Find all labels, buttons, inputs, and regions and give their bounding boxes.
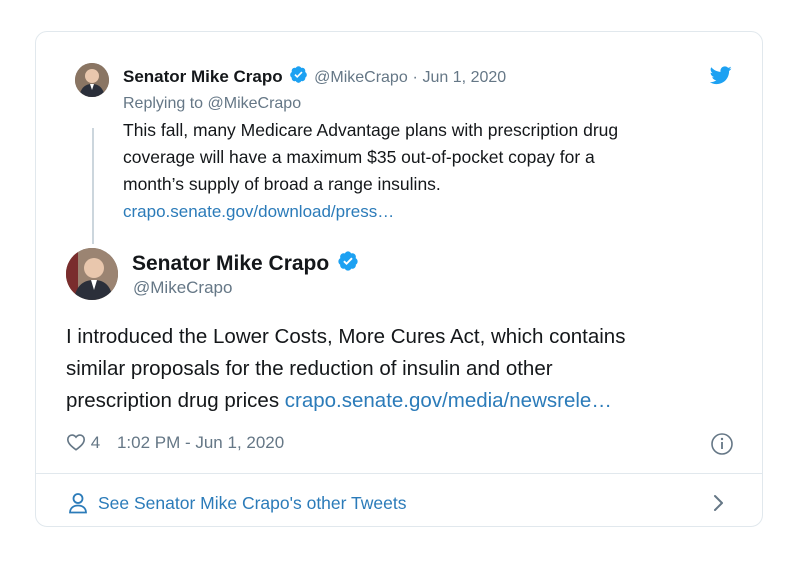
verified-badge-icon	[289, 65, 308, 90]
tweet-meta-row: 4 1:02 PM - Jun 1, 2020	[66, 432, 284, 457]
main-text-fragment: prescription drug prices	[66, 389, 280, 412]
see-other-tweets-label: See Senator Mike Crapo's other Tweets	[98, 493, 407, 513]
main-display-name[interactable]: Senator Mike Crapo	[132, 252, 329, 275]
reply-handle[interactable]: @MikeCrapo	[314, 69, 408, 86]
reply-body: This fall, many Medicare Advantage plans…	[123, 117, 618, 225]
like-count: 4	[90, 433, 101, 452]
main-author-avatar[interactable]	[66, 248, 118, 300]
reply-text-line: month’s supply of broad a range insulins…	[123, 174, 441, 194]
reply-text-line: coverage will have a maximum $35 out-of-…	[123, 147, 595, 167]
embedded-tweet-card: Senator Mike Crapo @MikeCrapo · Jun 1, 2…	[35, 31, 763, 527]
reply-date[interactable]: Jun 1, 2020	[423, 69, 507, 86]
main-handle[interactable]: @MikeCrapo	[133, 277, 232, 299]
main-text-line: similar proposals for the reduction of i…	[66, 357, 553, 380]
heart-icon	[66, 433, 86, 457]
thread-connector-line	[92, 128, 94, 244]
reply-text-line: This fall, many Medicare Advantage plans…	[123, 120, 619, 140]
reply-link[interactable]: crapo.senate.gov/download/press…	[123, 198, 618, 225]
chevron-right-icon	[712, 493, 726, 518]
verified-badge-icon	[337, 250, 359, 279]
like-button[interactable]: 4	[66, 432, 100, 457]
info-icon[interactable]	[710, 432, 734, 461]
tweet-timestamp[interactable]: 1:02 PM - Jun 1, 2020	[117, 433, 284, 452]
reply-separator: ·	[412, 68, 418, 86]
reply-author-avatar[interactable]	[75, 63, 109, 97]
main-link[interactable]: crapo.senate.gov/media/newsrele…	[285, 389, 612, 412]
main-body: I introduced the Lower Costs, More Cures…	[66, 321, 625, 417]
person-icon	[68, 492, 88, 519]
replying-to-label[interactable]: Replying to @MikeCrapo	[123, 93, 301, 115]
footer-divider	[36, 473, 762, 474]
reply-display-name[interactable]: Senator Mike Crapo	[123, 67, 283, 86]
see-other-tweets-link[interactable]: See Senator Mike Crapo's other Tweets	[66, 489, 734, 517]
reply-header: Senator Mike Crapo @MikeCrapo · Jun 1, 2…	[123, 65, 506, 90]
twitter-bird-icon[interactable]	[709, 66, 732, 90]
main-header: Senator Mike Crapo	[132, 250, 359, 279]
main-text-line: I introduced the Lower Costs, More Cures…	[66, 325, 626, 348]
main-text-line: prescription drug prices crapo.senate.go…	[66, 385, 625, 417]
